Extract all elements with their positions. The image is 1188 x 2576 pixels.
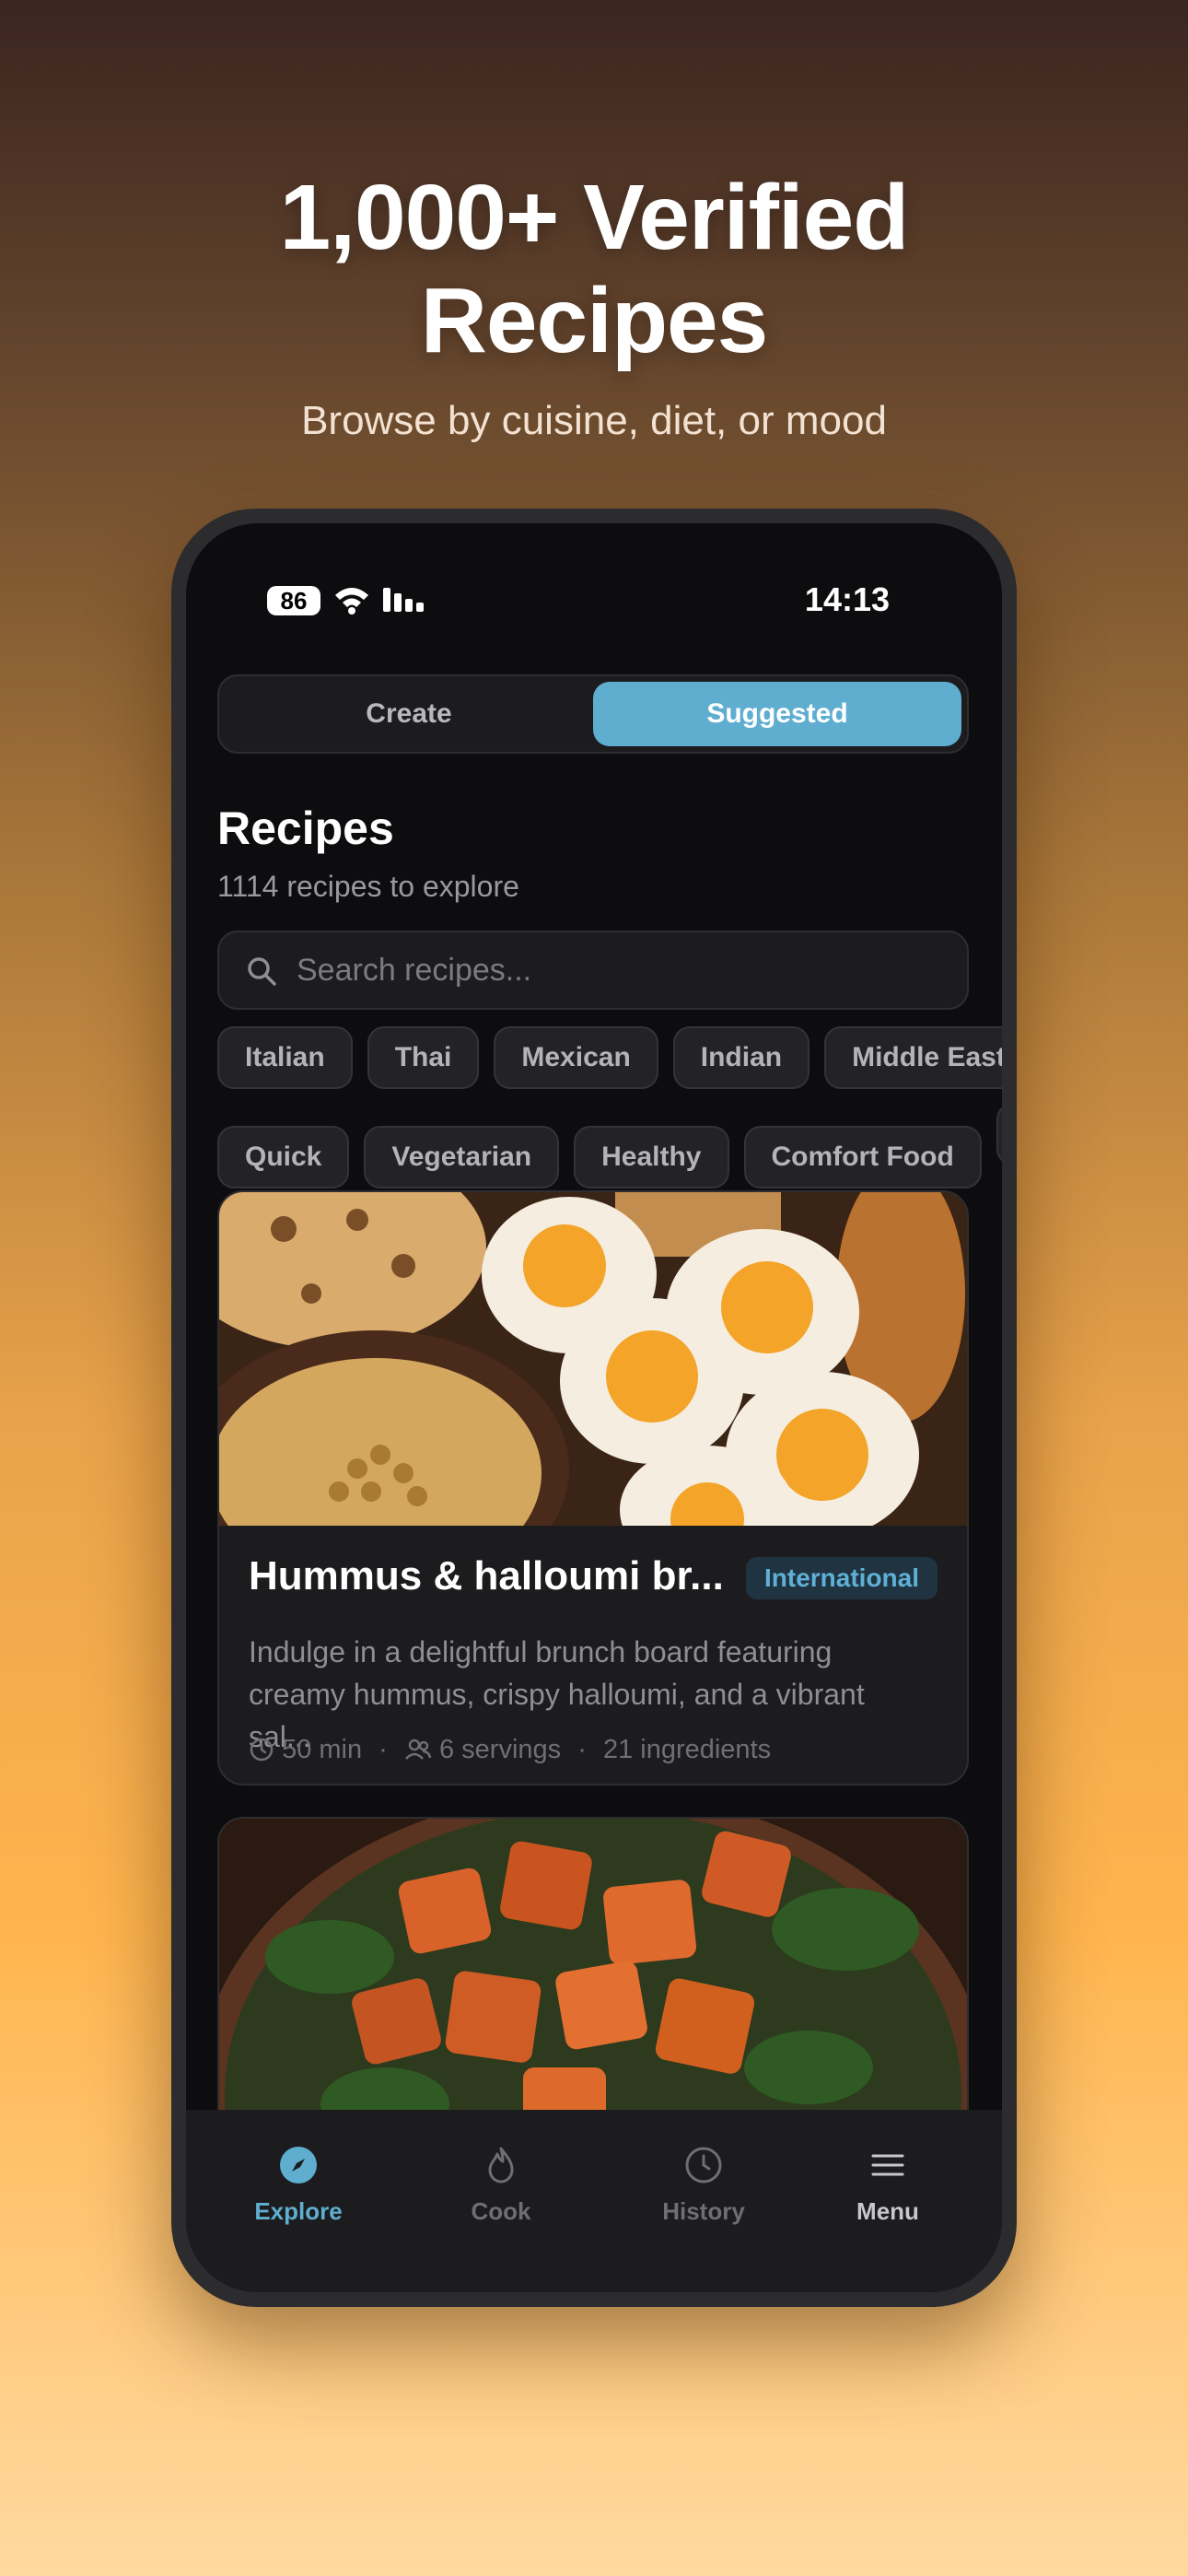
filter-chip-quick[interactable]: Quick [217,1126,350,1188]
tab-explore-label: Explore [254,2197,343,2225]
filter-chip-thai[interactable]: Thai [367,1026,480,1089]
tab-menu[interactable]: Menu [796,2145,980,2226]
battery-indicator: 86 [267,586,320,615]
filter-chip-mexican[interactable]: Mexican [494,1026,658,1089]
phone-frame: 86 14:13 Create Suggested Recipes 1114 r… [171,509,1017,2307]
mode-segmented-control: Create Suggested [217,674,969,754]
hero-title-line1: 1,000+ Verified [279,166,910,269]
search-placeholder: Search recipes... [297,953,532,988]
phone-screen: 86 14:13 Create Suggested Recipes 1114 r… [186,523,1002,2292]
filter-chip-healthy[interactable]: Healthy [574,1126,729,1188]
recipe-ingredients: 21 ingredients [602,1734,772,1764]
filter-chip-middle-east[interactable]: Middle East [824,1026,1002,1089]
cuisine-filter-row: Italian Thai Mexican Indian Middle East [217,1026,1002,1089]
tab-explore[interactable]: Explore [206,2145,390,2226]
clock-icon [685,2147,722,2184]
page-title: Recipes [217,802,394,854]
status-bar: 86 14:13 [186,579,1002,626]
meta-separator: · [379,1734,388,1764]
recipe-title: Hummus & halloumi br... [249,1553,724,1598]
search-input[interactable]: Search recipes... [217,931,969,1010]
mood-filter-row: Quick Vegetarian Healthy Comfort Food [217,1103,1002,1188]
recipe-image-next [219,1819,967,2147]
recipe-card[interactable]: Hummus & halloumi br... International In… [217,1190,969,1786]
filter-chip-vegetarian[interactable]: Vegetarian [364,1126,560,1188]
tab-history-label: History [662,2197,745,2225]
signal-icon [383,588,424,612]
tab-cook[interactable]: Cook [409,2145,593,2226]
filter-chip-partial[interactable] [996,1103,1002,1165]
recipe-servings: 6 servings [438,1734,562,1764]
recipe-meta: 50 min · 6 servings · 21 ingredients [249,1734,771,1765]
compass-icon [280,2147,317,2184]
tab-history[interactable]: History [611,2145,796,2226]
people-icon [404,1739,432,1761]
meta-separator: · [577,1734,587,1764]
search-icon [248,957,276,986]
status-time: 14:13 [804,580,890,618]
bottom-tab-bar: Explore Cook History Menu [186,2110,1002,2292]
hamburger-menu-icon [871,2154,904,2176]
cuisine-badge: International [745,1557,938,1599]
filter-chip-indian[interactable]: Indian [672,1026,810,1089]
suggested-tab-button[interactable]: Suggested [593,682,961,746]
tab-cook-label: Cook [471,2197,531,2225]
hero-title-line2: Recipes [420,269,769,372]
filter-chip-italian[interactable]: Italian [217,1026,353,1089]
hero-subtitle: Browse by cuisine, diet, or mood [301,398,887,443]
clock-icon [250,1739,274,1762]
hero-title: 1,000+ Verified Recipes [0,166,1188,372]
recipe-card-next[interactable] [217,1817,969,2149]
wifi-icon [335,588,368,615]
recipe-time: 50 min [282,1734,363,1764]
filter-chip-comfort-food[interactable]: Comfort Food [743,1126,982,1188]
recipe-image [219,1192,967,1526]
create-tab-button[interactable]: Create [225,682,593,746]
recipe-count: 1114 recipes to explore [217,870,519,903]
tab-menu-label: Menu [856,2197,919,2225]
flame-icon [488,2147,514,2184]
